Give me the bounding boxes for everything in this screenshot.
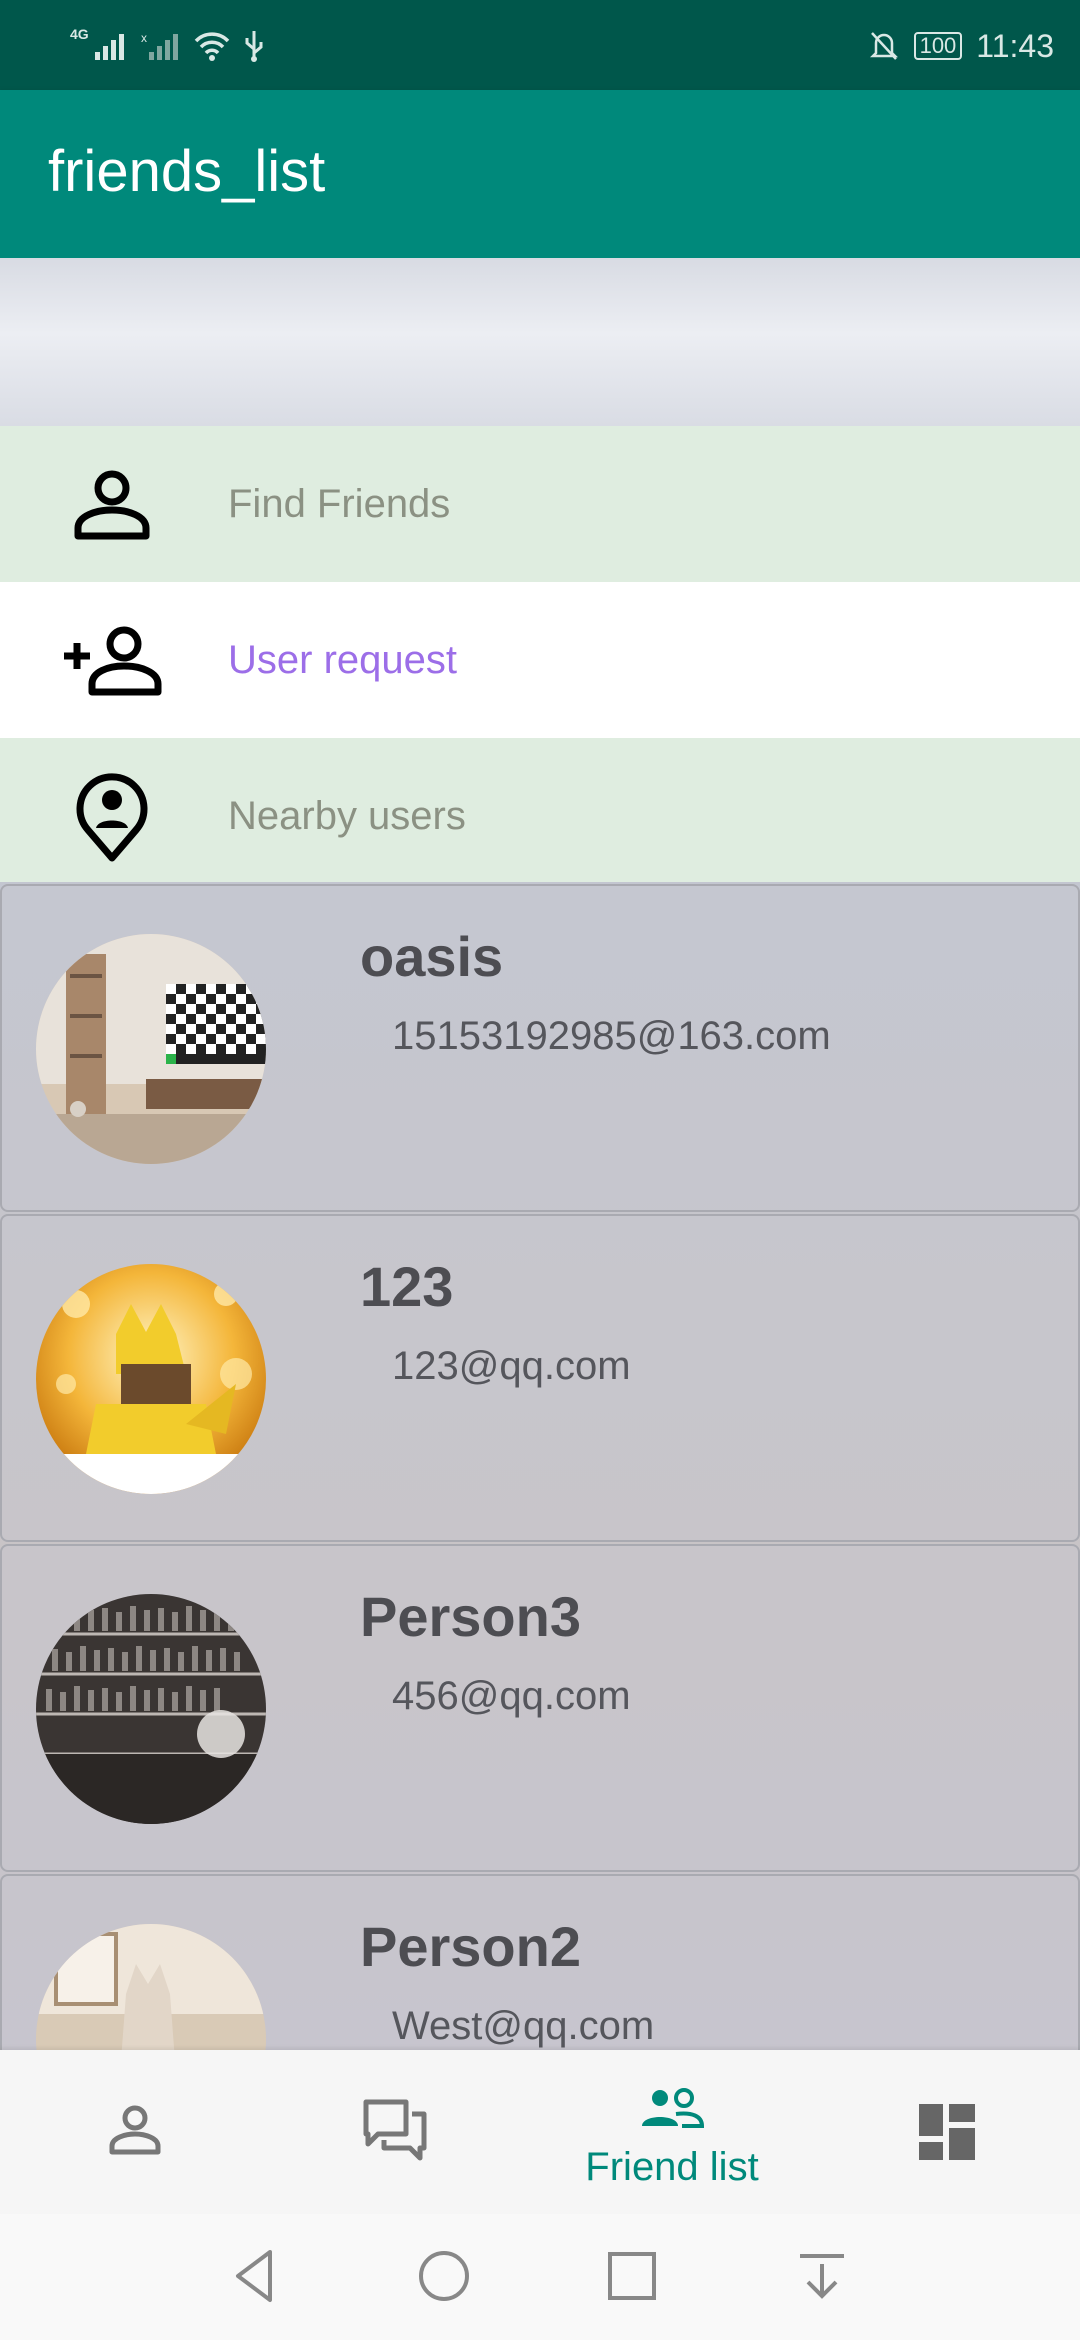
- friend-name: Person3: [360, 1585, 581, 1648]
- usb-icon: [245, 31, 263, 62]
- menu-label-user-request: User request: [228, 638, 457, 682]
- avatar: [36, 1264, 266, 1494]
- menu-label-find-friends: Find Friends: [228, 482, 451, 526]
- status-bar: 4G x 100 11:43: [0, 0, 1080, 90]
- nav-label-friend-list: Friend list: [585, 2145, 759, 2189]
- clock-text: 11:43: [976, 27, 1054, 64]
- menu-item-user-request[interactable]: User request: [0, 582, 1080, 738]
- home-icon[interactable]: [412, 2244, 476, 2308]
- svg-text:x: x: [141, 31, 147, 45]
- dashboard-icon: [919, 2104, 975, 2160]
- profile-icon: [109, 2105, 161, 2155]
- header-banner-image: [0, 258, 1080, 426]
- friend-card-person2[interactable]: Person2 West@qq.com: [0, 1874, 1080, 2050]
- notification-pull-icon[interactable]: [790, 2244, 854, 2308]
- signal-icon: [94, 34, 124, 60]
- chat-icon: [363, 2099, 427, 2161]
- friend-email: 456@qq.com: [392, 1674, 631, 1718]
- notifications-off-icon: [869, 32, 898, 60]
- nav-item-dashboard[interactable]: [812, 2050, 1080, 2214]
- menu-item-find-friends[interactable]: Find Friends: [0, 426, 1080, 582]
- person-add-icon: [56, 616, 168, 704]
- bottom-navigation: Friend list: [0, 2050, 1080, 2214]
- nav-item-chat[interactable]: [260, 2050, 530, 2214]
- system-navigation-bar: [0, 2214, 1080, 2340]
- app-bar: friends_list: [0, 90, 1080, 258]
- friend-email: West@qq.com: [392, 2004, 655, 2048]
- menu-label-nearby-users: Nearby users: [228, 794, 466, 838]
- avatar: [36, 934, 266, 1164]
- back-icon[interactable]: [224, 2244, 288, 2308]
- friend-name: 123: [360, 1255, 454, 1318]
- avatar: [36, 1924, 266, 2050]
- friend-card-123[interactable]: 123 123@qq.com: [0, 1214, 1080, 1542]
- person-icon: [56, 460, 168, 548]
- page-title: friends_list: [48, 139, 326, 204]
- wifi-icon: [194, 32, 229, 61]
- status-left-icons: 4G x: [70, 26, 265, 66]
- location-person-icon: [56, 772, 168, 862]
- nav-item-profile[interactable]: [0, 2050, 270, 2214]
- friend-card-person3[interactable]: Person3 456@qq.com: [0, 1544, 1080, 1872]
- friend-name: Person2: [360, 1915, 581, 1978]
- avatar: [36, 1594, 266, 1824]
- signal-off-icon: x: [141, 31, 178, 60]
- friend-card-oasis[interactable]: oasis 15153192985@163.com: [0, 884, 1080, 1212]
- friend-email: 15153192985@163.com: [392, 1014, 831, 1058]
- friend-name: oasis: [360, 925, 504, 988]
- friends-icon: [642, 2088, 704, 2128]
- battery-indicator: 100: [913, 32, 963, 60]
- network-type-label: 4G: [70, 26, 89, 42]
- friend-list[interactable]: oasis 15153192985@163.com 123 123@qq.com: [0, 882, 1080, 2050]
- recents-icon[interactable]: [600, 2244, 664, 2308]
- friend-email: 123@qq.com: [392, 1344, 631, 1388]
- nav-item-friend-list[interactable]: Friend list: [537, 2050, 807, 2214]
- menu-item-nearby-users[interactable]: Nearby users: [0, 738, 1080, 894]
- status-right-icons: 100 11:43: [868, 24, 1054, 68]
